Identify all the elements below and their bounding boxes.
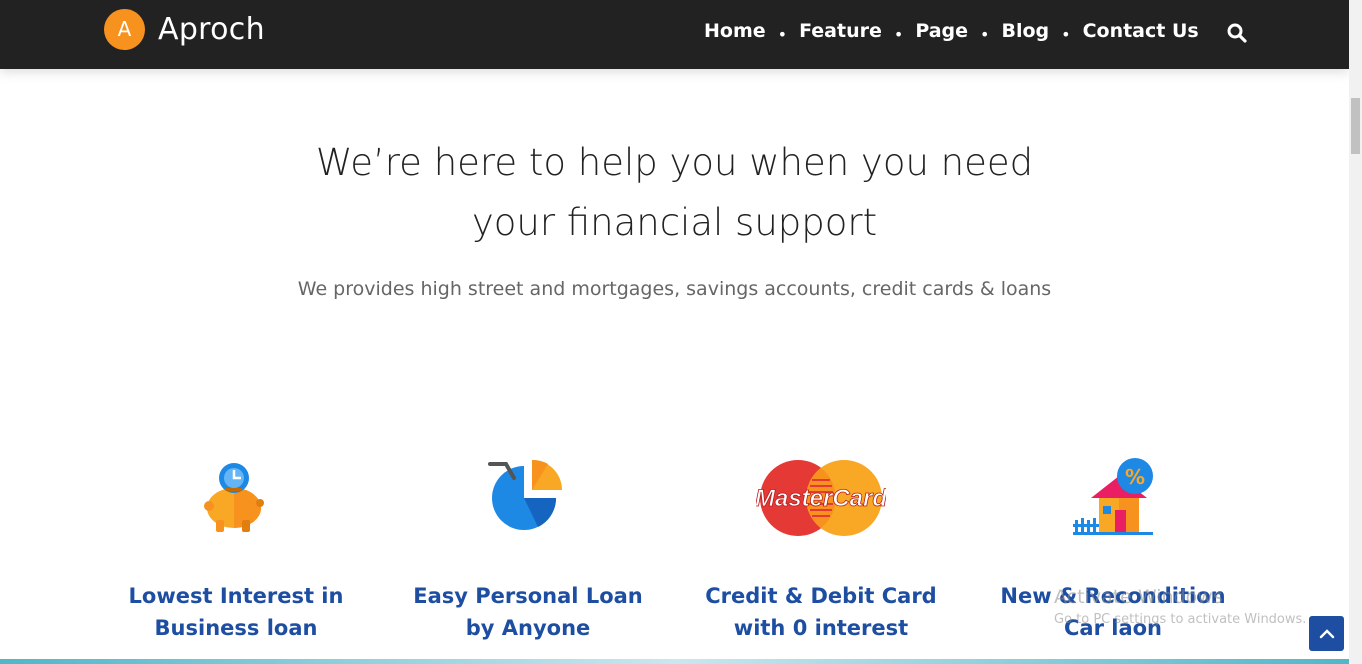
main-nav: Home • Feature • Page • Blog • Contact U… [704,20,1199,44]
mastercard-logo-text: MasterCard [756,485,886,512]
nav-separator: • [777,24,788,44]
feature-title-line1: Easy Personal Loan [413,584,643,608]
feature-card: Lowest Interest in Business loan [116,456,356,644]
scrollbar-thumb[interactable] [1351,98,1360,154]
chevron-up-icon [1319,628,1334,638]
feature-card: MasterCard Credit & Debit Card with 0 in… [701,456,941,644]
brand-name: Aproch [158,11,265,47]
house-percent-icon: % [993,456,1233,540]
back-to-top-button[interactable] [1309,616,1344,651]
brand-logo[interactable]: A Aproch [104,8,265,50]
logo-badge-icon: A [104,8,145,50]
feature-title-line1: Lowest Interest in [128,584,344,608]
watermark-line1: Activate Windows [1054,586,1223,608]
piggy-bank-icon [116,456,356,540]
nav-page[interactable]: Page [915,20,968,42]
nav-contact-us[interactable]: Contact Us [1083,20,1199,42]
feature-title-line2: with 0 interest [733,616,909,640]
nav-feature[interactable]: Feature [799,20,882,42]
taskbar-strip [0,659,1349,664]
hero-subtitle: We provides high street and mortgages, s… [297,278,1052,300]
feature-title: Credit & Debit Card with 0 interest [701,580,941,644]
nav-blog[interactable]: Blog [1001,20,1049,42]
feature-title-line2: Business loan [154,616,318,640]
nav-home[interactable]: Home [704,20,766,42]
svg-text:%: % [1125,465,1145,489]
feature-card: Easy Personal Loan by Anyone [408,456,648,644]
nav-separator: • [980,24,990,44]
feature-title: Lowest Interest in Business loan [116,580,356,644]
hero-title-line1: We’re here to help you when you need [315,141,1034,184]
hero-title: We’re here to help you when you need you… [0,133,1349,253]
mastercard-icon: MasterCard [701,456,941,540]
nav-separator: • [1061,24,1071,44]
windows-activation-watermark: Activate Windows Go to PC settings to ac… [1054,586,1314,627]
watermark-line2: Go to PC settings to activate Windows. [1054,612,1307,627]
feature-title: Easy Personal Loan by Anyone [408,580,648,644]
pie-chart-icon [408,456,648,540]
feature-title-line2: by Anyone [465,616,591,640]
top-navbar: A Aproch Home • Feature • Page • Blog • … [0,0,1349,69]
hero-title-line2: your financial support [471,201,878,244]
nav-separator: • [893,24,904,44]
search-icon[interactable] [1226,22,1248,44]
feature-title-line1: Credit & Debit Card [705,584,937,608]
